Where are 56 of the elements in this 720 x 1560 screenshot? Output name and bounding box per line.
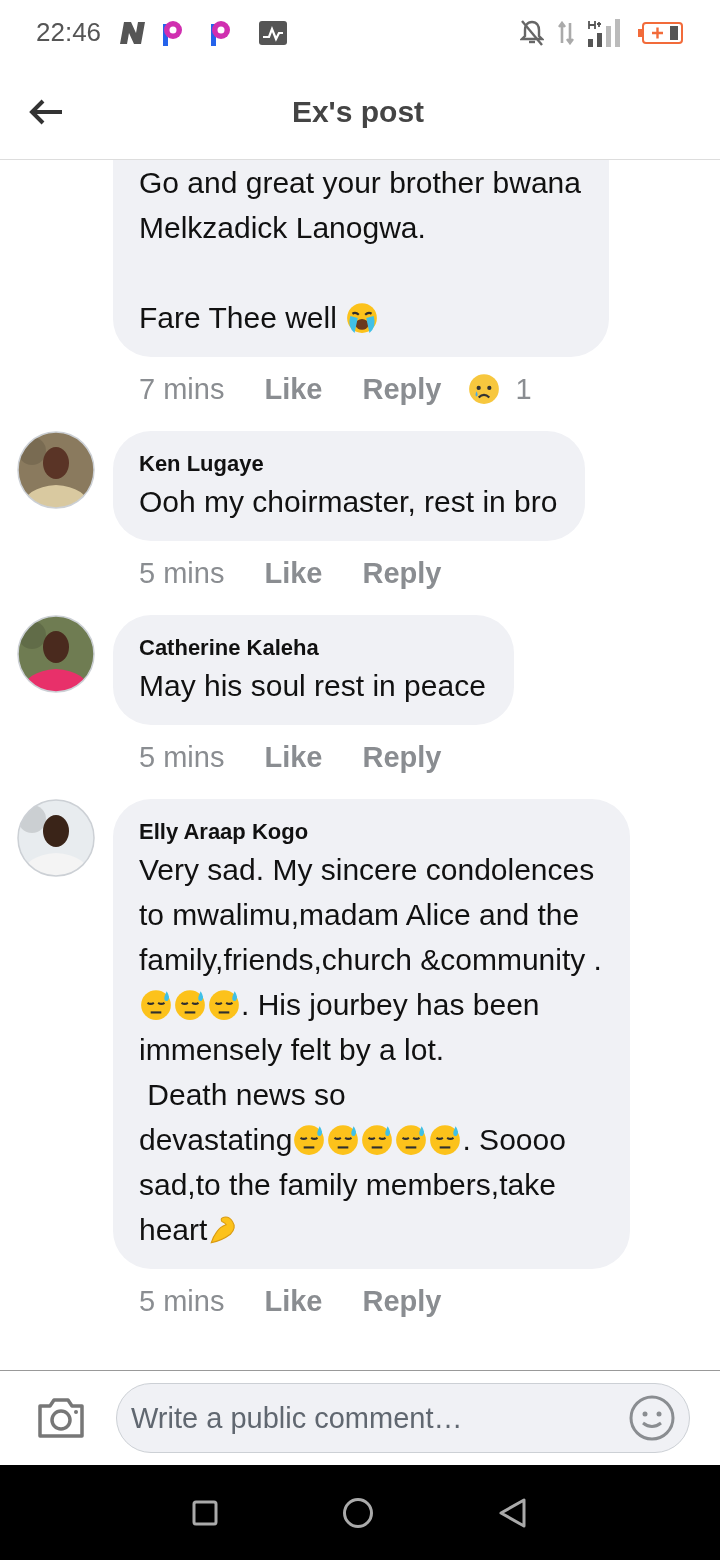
comment-time: 5 mins	[139, 1284, 225, 1318]
comment-text: Melkzadick Lanogwa.	[139, 210, 426, 246]
back-arrow-icon[interactable]	[28, 98, 64, 126]
app-icon	[211, 19, 232, 46]
comment-text: Very sad. My sincere condolences	[139, 852, 595, 888]
downcast-sweat-emoji-icon	[428, 1122, 463, 1157]
back-button-icon[interactable]	[498, 1496, 528, 1529]
downcast-sweat-emoji-icon	[173, 987, 207, 1022]
comment-text: Fare Thee well	[139, 300, 338, 336]
comment-text: . His jourbey has been	[241, 987, 540, 1023]
reply-link[interactable]: Reply	[362, 1284, 442, 1318]
comment-input-field[interactable]: Write a public comment…	[116, 1383, 690, 1453]
downcast-sweat-emoji-icon	[394, 1122, 429, 1157]
crying-emoji-icon	[345, 300, 380, 335]
battery-icon	[638, 20, 684, 45]
comment-text: May his soul rest in peace	[139, 668, 486, 704]
comment-text: . Soooo	[462, 1122, 566, 1158]
downcast-sweat-emoji-icon	[292, 1122, 327, 1157]
downcast-sweat-emoji-icon	[139, 987, 173, 1022]
reply-link[interactable]: Reply	[362, 556, 442, 590]
comment-text: Go and great your brother bwana	[139, 165, 581, 201]
data-arrows-icon	[558, 20, 574, 45]
comment-time: 7 mins	[139, 372, 225, 406]
page-title: Ex's post	[290, 95, 426, 129]
home-button-icon[interactable]	[342, 1496, 374, 1529]
comment-text: heart	[139, 1212, 208, 1248]
comment-time: 5 mins	[139, 556, 225, 590]
reply-link[interactable]: Reply	[362, 372, 442, 406]
clock: 22:46	[36, 17, 102, 48]
emoji-icon[interactable]	[628, 1394, 676, 1442]
author-name[interactable]: Catherine Kaleha	[139, 633, 486, 663]
comment-text: family,friends,church &community .	[139, 942, 602, 978]
like-link[interactable]: Like	[264, 1284, 323, 1318]
downcast-sweat-emoji-icon	[360, 1122, 395, 1157]
comment-text: sad,to the family members,take	[139, 1167, 556, 1203]
activity-icon	[259, 20, 288, 45]
bell-off-icon	[520, 19, 544, 46]
like-link[interactable]: Like	[264, 556, 323, 590]
downcast-sweat-emoji-icon	[326, 1122, 361, 1157]
comment-text: immensely felt by a lot.	[139, 1032, 445, 1068]
author-name[interactable]: Ken Lugaye	[139, 449, 558, 479]
sad-reaction-icon[interactable]	[467, 372, 502, 406]
reaction-count: 1	[515, 372, 532, 406]
reply-link[interactable]: Reply	[362, 740, 442, 774]
comment-text: devastating	[139, 1122, 293, 1158]
comment-time: 5 mins	[139, 740, 225, 774]
comment-text: Death news so	[146, 1077, 346, 1113]
like-link[interactable]: Like	[264, 740, 323, 774]
recents-button-icon[interactable]	[192, 1499, 218, 1526]
comment-text: to mwalimu,madam Alice and the	[139, 897, 580, 933]
author-name[interactable]: Elly Araap Kogo	[139, 817, 602, 847]
comment-text: Ooh my choirmaster, rest in bro	[139, 484, 558, 520]
like-link[interactable]: Like	[264, 372, 323, 406]
downcast-sweat-emoji-icon	[207, 987, 241, 1022]
camera-icon[interactable]	[36, 1396, 86, 1440]
app-icon	[163, 19, 184, 46]
